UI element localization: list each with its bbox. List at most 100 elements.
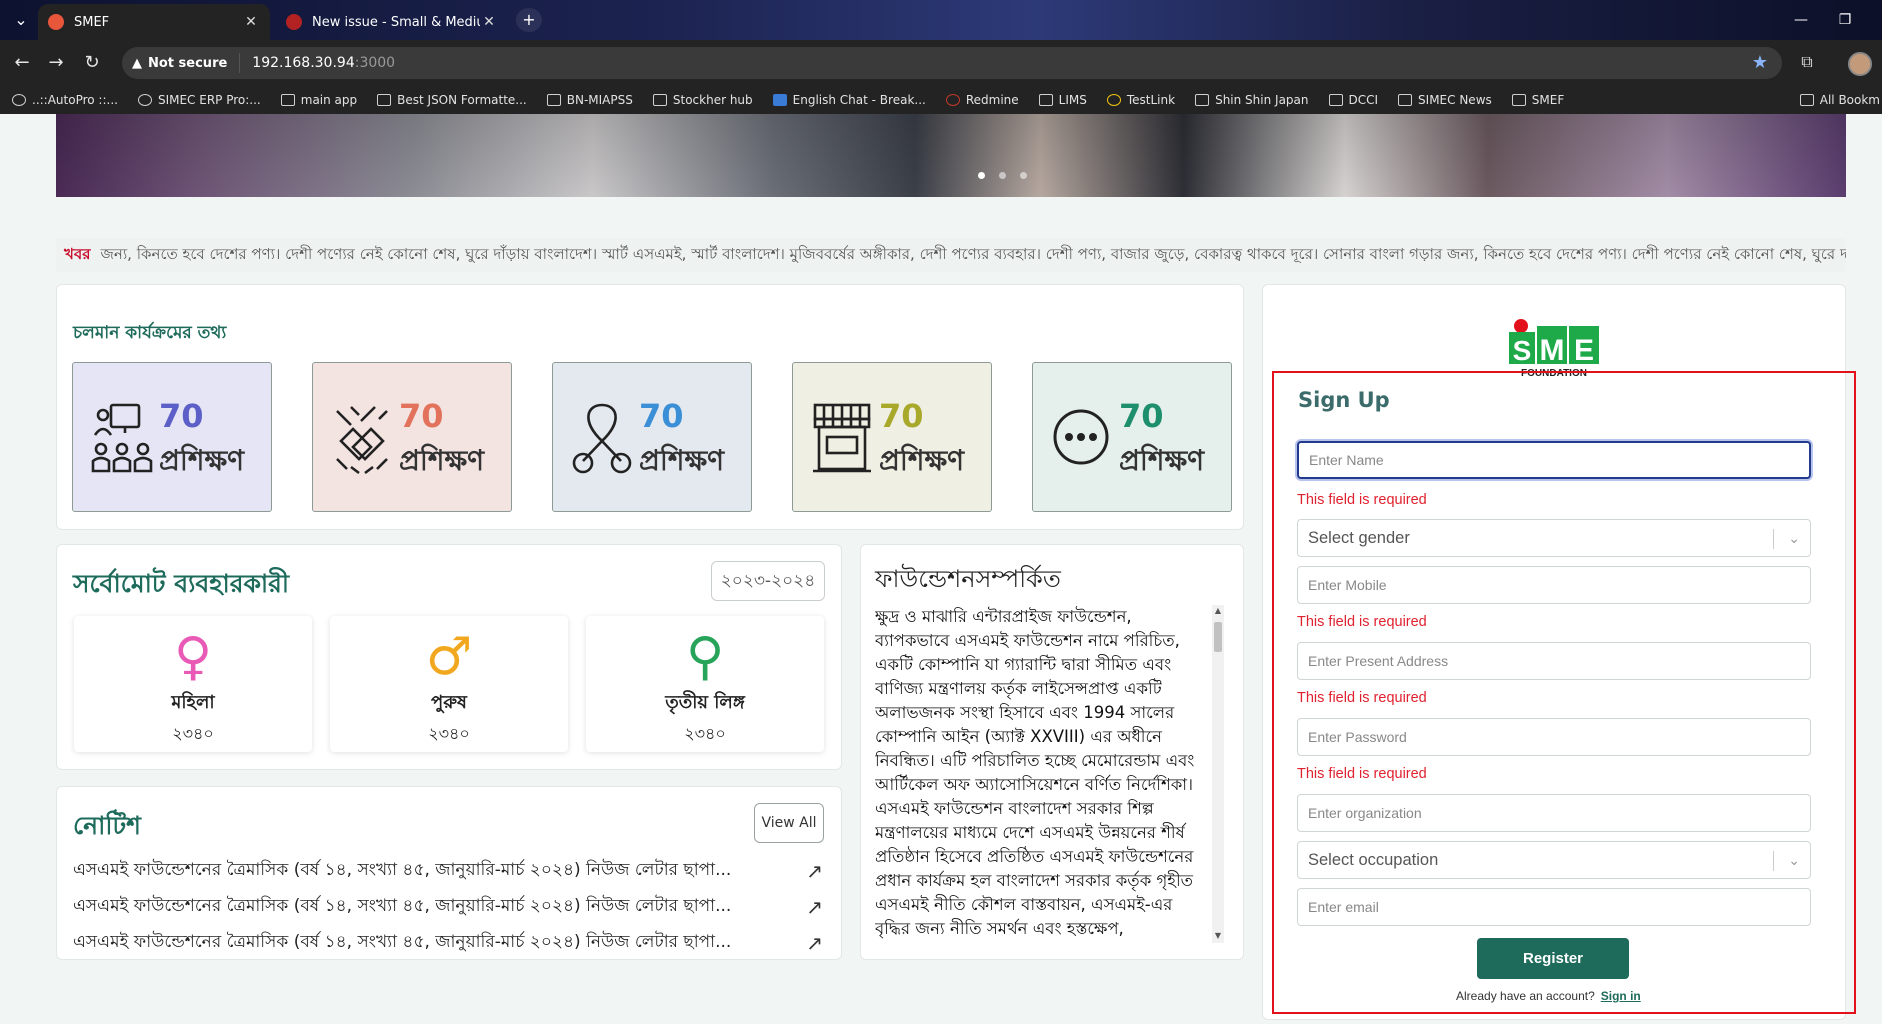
name-error: This field is required: [1297, 492, 1427, 508]
address-bar-row: ← → ↻ ▲ Not secure 192.168.30.94:3000 ★ …: [0, 40, 1882, 86]
carousel-dot[interactable]: [999, 172, 1006, 179]
folder-icon: [652, 94, 667, 106]
program-stat[interactable]: 70 প্রশিক্ষণ: [72, 362, 272, 512]
bookmark-item[interactable]: SIMEC News: [1398, 93, 1492, 107]
all-bookmarks[interactable]: All Bookm: [1799, 86, 1882, 114]
bookmark-item[interactable]: Redmine: [945, 93, 1019, 107]
external-arrow-icon[interactable]: ↗: [806, 931, 823, 955]
close-tab-icon[interactable]: ✕: [242, 14, 260, 30]
profile-avatar[interactable]: [1848, 52, 1872, 76]
gender-select[interactable]: Select gender ⌄: [1297, 519, 1811, 557]
folder-icon: [1511, 94, 1526, 106]
email-input[interactable]: Enter email: [1297, 888, 1811, 926]
ticker-label: খবর: [64, 244, 91, 263]
bookmarks-bar: ..::AutoPro ::... SIMEC ERP Pro:... main…: [0, 86, 1882, 114]
page-icon: [377, 94, 392, 106]
scroll-thumb[interactable]: [1214, 622, 1222, 652]
chevron-down-icon: ⌄: [1788, 852, 1800, 868]
bookmark-item[interactable]: Stockher hub: [652, 93, 753, 107]
page-icon: [1106, 94, 1121, 106]
bookmark-item[interactable]: TestLink: [1106, 93, 1175, 107]
users-title: সর্বোমোট ব্যবহারকারী: [73, 569, 290, 598]
bookmark-item[interactable]: Best JSON Formatte...: [377, 93, 527, 107]
year-filter[interactable]: ২০২৩-২০২৪: [711, 561, 825, 601]
plus-icon[interactable]: +: [516, 8, 542, 32]
occupation-select[interactable]: Select occupation ⌄: [1297, 841, 1811, 879]
reload-icon[interactable]: ↻: [80, 51, 104, 75]
svg-text:S: S: [1513, 335, 1532, 366]
carousel-dot[interactable]: [1020, 172, 1027, 179]
page-icon: [772, 94, 787, 106]
url-text: 192.168.30.94:3000: [252, 55, 396, 71]
program-stat[interactable]: 70 প্রশিক্ষণ: [312, 362, 512, 512]
hero-carousel: [56, 114, 1846, 197]
mobile-error: This field is required: [1297, 614, 1427, 630]
warning-icon: ▲: [132, 55, 142, 71]
bookmark-item[interactable]: ..::AutoPro ::...: [12, 93, 118, 107]
external-arrow-icon[interactable]: ↗: [806, 859, 823, 883]
bookmark-item[interactable]: English Chat - Break...: [772, 93, 926, 107]
minimize-icon[interactable]: —: [1786, 8, 1816, 32]
ribbon-icon: [572, 403, 632, 474]
user-count-card: ⚲ তৃতীয় লিঙ্গ ২৩৪০: [586, 616, 824, 752]
carousel-dots: [978, 172, 1027, 179]
password-input[interactable]: Enter Password: [1297, 718, 1811, 756]
bookmark-item[interactable]: DCCI: [1328, 93, 1378, 107]
tab-smef[interactable]: SMEF ✕: [38, 4, 270, 40]
about-title: ফাউন্ডেশনসম্পর্কিত: [875, 565, 1061, 593]
password-error: This field is required: [1297, 766, 1427, 782]
program-stat[interactable]: 70 প্রশিক্ষণ: [552, 362, 752, 512]
organization-input[interactable]: Enter organization: [1297, 794, 1811, 832]
mobile-input[interactable]: Enter Mobile: [1297, 566, 1811, 604]
folder-icon: [1195, 94, 1210, 106]
omnibox[interactable]: ▲ Not secure 192.168.30.94:3000 ★: [122, 47, 1782, 79]
external-arrow-icon[interactable]: ↗: [806, 895, 823, 919]
extensions-icon[interactable]: ⧉: [1796, 52, 1818, 74]
page-icon: [280, 94, 295, 106]
view-all-button[interactable]: View All: [754, 803, 824, 843]
scroll-down-icon[interactable]: ▼: [1212, 930, 1224, 942]
male-icon: ♂: [425, 627, 473, 687]
address-input[interactable]: Enter Present Address: [1297, 642, 1811, 680]
close-tab-icon[interactable]: ✕: [480, 14, 498, 30]
program-stat[interactable]: 70 প্রশিক্ষণ: [1032, 362, 1232, 512]
signin-link[interactable]: Sign in: [1601, 989, 1641, 1003]
tab-new-issue[interactable]: New issue - Small & Medium E ✕: [276, 4, 508, 40]
notice-item[interactable]: এসএমই ফাউন্ডেশনের ত্রৈমাসিক (বর্ষ ১৪, সং…: [73, 894, 823, 920]
scroll-up-icon[interactable]: ▲: [1212, 605, 1224, 617]
bookmark-star-icon[interactable]: ★: [1752, 52, 1768, 73]
carousel-dot[interactable]: [978, 172, 985, 179]
chevron-down-icon: ⌄: [1788, 530, 1800, 546]
female-icon: ♀: [173, 627, 213, 687]
ticker-text: জন্য, কিনতে হবে দেশের পণ্য। দেশী পণ্যের …: [100, 244, 1846, 263]
back-icon[interactable]: ←: [10, 51, 34, 75]
restore-icon[interactable]: ❐: [1830, 8, 1860, 32]
bookmark-item[interactable]: LIMS: [1038, 93, 1087, 107]
tab-title: New issue - Small & Medium E: [312, 14, 480, 30]
signin-prompt: Already have an account? Sign in: [1456, 989, 1641, 1003]
globe-icon: [12, 94, 26, 106]
svg-text:E: E: [1574, 334, 1594, 367]
notice-item[interactable]: এসএমই ফাউন্ডেশনের ত্রৈমাসিক (বর্ষ ১৪, সং…: [73, 858, 823, 884]
bookmark-item[interactable]: BN-MIAPSS: [546, 93, 633, 107]
redmine-favicon-icon: [286, 14, 302, 30]
bookmark-item[interactable]: main app: [280, 93, 357, 107]
about-scrollbar[interactable]: [1212, 605, 1224, 943]
tab-search-chevron-icon[interactable]: ⌄: [8, 8, 34, 32]
notice-item[interactable]: এসএমই ফাউন্ডেশনের ত্রৈমাসিক (বর্ষ ১৪, সং…: [73, 930, 823, 956]
browser-tab-bar: ⌄ SMEF ✕ New issue - Small & Medium E ✕ …: [0, 0, 1882, 40]
handshake-icon: [336, 406, 388, 475]
forward-icon[interactable]: →: [44, 51, 68, 75]
folder-icon: [1328, 94, 1343, 106]
bookmark-item[interactable]: Shin Shin Japan: [1195, 93, 1309, 107]
program-stat[interactable]: 70 প্রশিক্ষণ: [792, 362, 992, 512]
name-input[interactable]: Enter Name: [1297, 441, 1811, 479]
register-button[interactable]: Register: [1477, 938, 1629, 979]
news-ticker: খবর জন্য, কিনতে হবে দেশের পণ্য। দেশী পণ্…: [56, 238, 1846, 272]
more-icon: [1053, 409, 1109, 465]
bookmark-item[interactable]: SIMEC ERP Pro:...: [137, 93, 261, 107]
user-count-card: ♀ মহিলা ২৩৪০: [74, 616, 312, 752]
not-secure-indicator[interactable]: ▲ Not secure: [132, 53, 241, 73]
svg-text:M: M: [1540, 334, 1565, 367]
bookmark-item[interactable]: SMEF: [1511, 93, 1564, 107]
